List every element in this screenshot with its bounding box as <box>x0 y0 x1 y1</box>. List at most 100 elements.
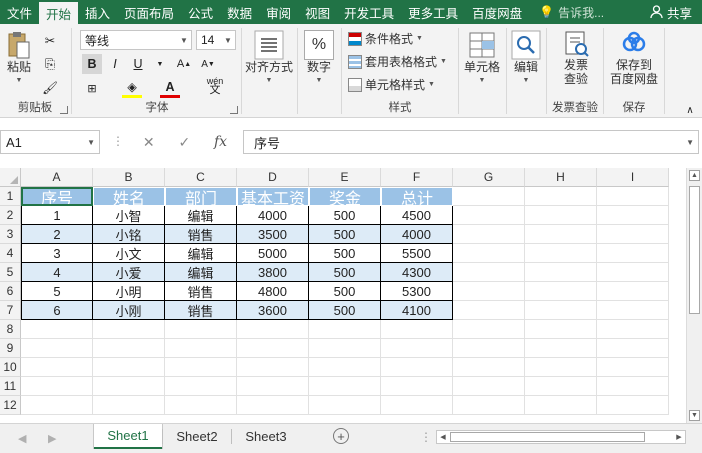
table-cell[interactable]: 4100 <box>381 301 453 320</box>
name-box[interactable]: A1 ▼ <box>0 130 100 154</box>
empty-cell[interactable] <box>165 377 237 396</box>
empty-cell[interactable] <box>525 396 597 415</box>
empty-cell[interactable] <box>525 187 597 206</box>
scroll-down-icon[interactable]: ▼ <box>689 410 700 421</box>
table-cell[interactable]: 4800 <box>237 282 309 301</box>
column-header[interactable]: A <box>21 168 93 187</box>
expand-formula-icon[interactable]: ▼ <box>686 138 694 147</box>
table-cell[interactable]: 销售 <box>165 282 237 301</box>
table-header-cell[interactable]: 序号 <box>21 187 93 206</box>
column-header[interactable]: I <box>597 168 669 187</box>
empty-cell[interactable] <box>597 358 669 377</box>
collapse-ribbon-icon[interactable]: ∧ <box>680 100 700 120</box>
empty-cell[interactable] <box>21 377 93 396</box>
table-cell[interactable]: 小文 <box>93 244 165 263</box>
empty-cell[interactable] <box>597 225 669 244</box>
empty-cell[interactable] <box>597 244 669 263</box>
table-header-cell[interactable]: 奖金 <box>309 187 381 206</box>
row-header[interactable]: 11 <box>0 377 21 396</box>
dialog-launcher-icon[interactable] <box>60 106 68 114</box>
dialog-launcher-icon[interactable] <box>230 106 238 114</box>
empty-cell[interactable] <box>237 320 309 339</box>
check-icon[interactable]: ✓ <box>178 134 190 151</box>
empty-cell[interactable] <box>453 225 525 244</box>
table-cell[interactable]: 4300 <box>381 263 453 282</box>
empty-cell[interactable] <box>453 206 525 225</box>
border-icon[interactable]: ⊞ <box>82 78 102 98</box>
column-header[interactable]: D <box>237 168 309 187</box>
empty-cell[interactable] <box>93 320 165 339</box>
empty-cell[interactable] <box>453 320 525 339</box>
empty-cell[interactable] <box>453 396 525 415</box>
empty-cell[interactable] <box>597 396 669 415</box>
ribbon-tab[interactable]: 审阅 <box>259 0 298 24</box>
empty-cell[interactable] <box>93 396 165 415</box>
format-painter-icon[interactable]: 🖌 <box>40 78 60 98</box>
column-header[interactable]: G <box>453 168 525 187</box>
table-cell[interactable]: 4500 <box>381 206 453 225</box>
editing-button[interactable]: 编辑 ▼ <box>509 30 543 88</box>
empty-cell[interactable] <box>597 301 669 320</box>
table-cell[interactable]: 5 <box>21 282 93 301</box>
font-name-dropdown[interactable]: 等线 ▼ <box>80 30 192 50</box>
empty-cell[interactable] <box>309 396 381 415</box>
sheet-tab[interactable]: Sheet1 <box>94 424 162 449</box>
empty-cell[interactable] <box>597 282 669 301</box>
table-header-cell[interactable]: 总计 <box>381 187 453 206</box>
chevron-down-icon[interactable]: ▼ <box>150 54 170 74</box>
empty-cell[interactable] <box>93 358 165 377</box>
empty-cell[interactable] <box>453 263 525 282</box>
empty-cell[interactable] <box>309 320 381 339</box>
table-cell[interactable]: 500 <box>309 225 381 244</box>
scroll-right-icon[interactable]: ▶ <box>673 431 685 443</box>
decrease-font-icon[interactable]: A ▼ <box>198 54 218 74</box>
sheet-tab[interactable]: Sheet2 <box>163 424 231 449</box>
empty-cell[interactable] <box>525 225 597 244</box>
insert-function-icon[interactable]: fx <box>214 134 227 150</box>
empty-cell[interactable] <box>453 377 525 396</box>
cells-button[interactable]: 单元格 ▼ <box>461 30 503 88</box>
invoice-check-button[interactable]: 发票 查验 <box>556 30 596 86</box>
empty-cell[interactable] <box>381 396 453 415</box>
table-cell[interactable]: 3 <box>21 244 93 263</box>
table-cell[interactable]: 3600 <box>237 301 309 320</box>
empty-cell[interactable] <box>237 339 309 358</box>
empty-cell[interactable] <box>453 187 525 206</box>
table-cell[interactable]: 小明 <box>93 282 165 301</box>
horizontal-scrollbar[interactable]: ◀ ▶ <box>436 430 686 444</box>
empty-cell[interactable] <box>93 339 165 358</box>
increase-font-icon[interactable]: A ▲ <box>174 54 194 74</box>
empty-cell[interactable] <box>309 358 381 377</box>
ribbon-tab[interactable]: 数据 <box>220 0 259 24</box>
row-header[interactable]: 6 <box>0 282 21 301</box>
underline-button[interactable]: U <box>128 54 148 74</box>
format-as-table-button[interactable]: 套用表格格式 ▼ <box>348 53 447 70</box>
table-header-cell[interactable]: 基本工资 <box>237 187 309 206</box>
empty-cell[interactable] <box>525 301 597 320</box>
next-sheet-icon[interactable]: ▶ <box>48 432 56 445</box>
table-cell[interactable]: 2 <box>21 225 93 244</box>
empty-cell[interactable] <box>237 377 309 396</box>
empty-cell[interactable] <box>525 244 597 263</box>
save-to-baidu-button[interactable]: 保存到 百度网盘 <box>607 30 661 86</box>
empty-cell[interactable] <box>453 244 525 263</box>
table-cell[interactable]: 4 <box>21 263 93 282</box>
ribbon-tab[interactable]: 公式 <box>181 0 220 24</box>
empty-cell[interactable] <box>597 263 669 282</box>
table-header-cell[interactable]: 姓名 <box>93 187 165 206</box>
row-header[interactable]: 7 <box>0 301 21 320</box>
empty-cell[interactable] <box>381 377 453 396</box>
table-cell[interactable]: 编辑 <box>165 263 237 282</box>
conditional-format-button[interactable]: 条件格式 ▼ <box>348 30 423 47</box>
tell-me-box[interactable]: 💡 告诉我... <box>529 0 604 24</box>
font-color-icon[interactable]: A <box>160 78 180 98</box>
empty-cell[interactable] <box>525 358 597 377</box>
select-all-button[interactable] <box>0 168 21 187</box>
table-cell[interactable]: 500 <box>309 244 381 263</box>
column-header[interactable]: E <box>309 168 381 187</box>
cut-icon[interactable]: ✂ <box>40 30 60 50</box>
empty-cell[interactable] <box>165 358 237 377</box>
empty-cell[interactable] <box>21 339 93 358</box>
empty-cell[interactable] <box>309 339 381 358</box>
empty-cell[interactable] <box>21 396 93 415</box>
